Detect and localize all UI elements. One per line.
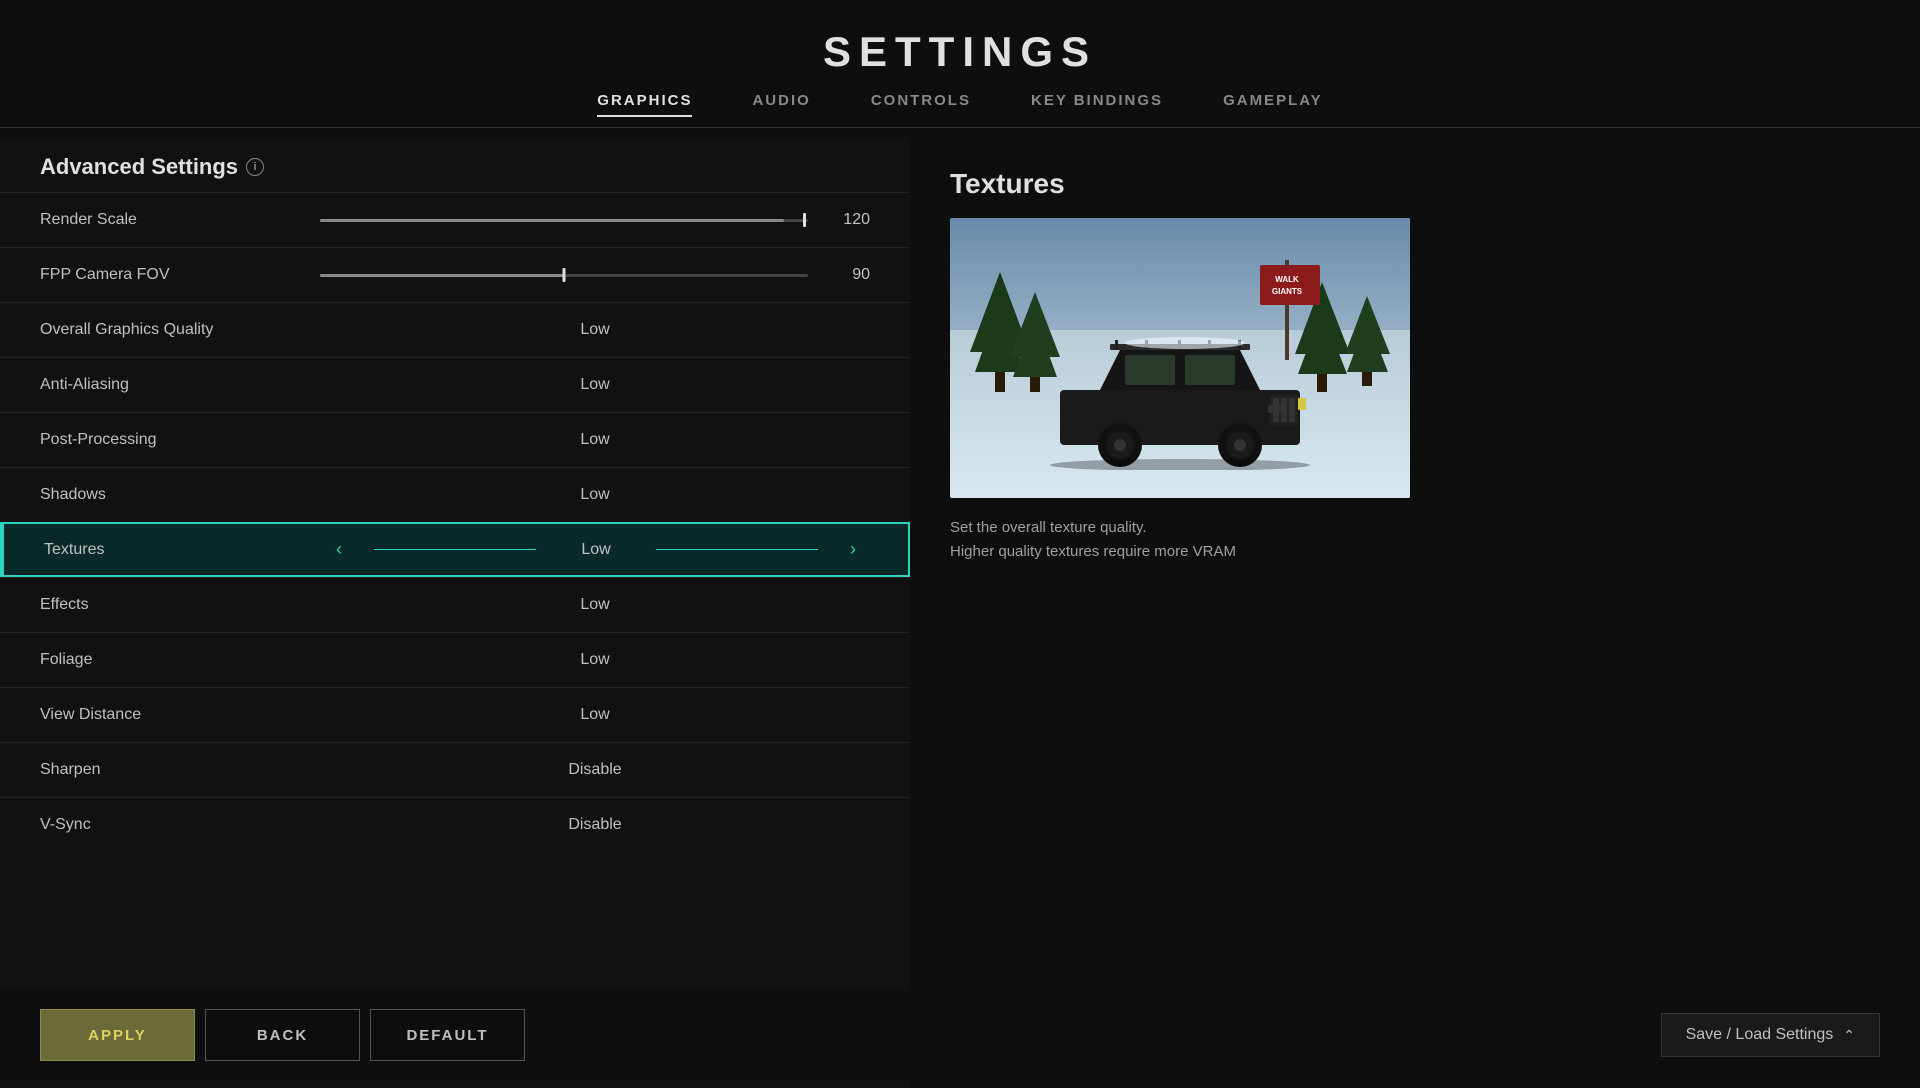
dropdown-value-shadows: Low xyxy=(555,486,635,504)
tab-key-bindings[interactable]: KEY BINDINGS xyxy=(1031,92,1163,117)
dropdown-value-anti-aliasing: Low xyxy=(555,376,635,394)
section-title: Advanced Settings xyxy=(40,154,238,180)
slider-fill-fpp xyxy=(320,274,564,277)
dropdown-overall-graphics-quality[interactable]: Low xyxy=(320,321,870,339)
row-label-view-distance: View Distance xyxy=(40,706,320,724)
slider-thumb-fpp xyxy=(563,268,566,282)
header: SETTINGS GRAPHICS AUDIO CONTROLS KEY BIN… xyxy=(0,0,1920,138)
row-v-sync[interactable]: V-Sync Disable xyxy=(0,797,910,852)
dropdown-anti-aliasing[interactable]: Low xyxy=(320,376,870,394)
slider-track-fpp xyxy=(320,274,808,277)
right-panel: Textures xyxy=(910,138,1920,1088)
tree-right-2 xyxy=(1345,296,1390,386)
row-shadows[interactable]: Shadows Low xyxy=(0,467,910,522)
preview-desc-line2: Higher quality textures require more VRA… xyxy=(950,540,1880,564)
textures-arrow-line2 xyxy=(656,549,818,550)
dropdown-foliage[interactable]: Low xyxy=(320,651,870,669)
row-label-render-scale: Render Scale xyxy=(40,211,320,229)
left-buttons: APPLY BACK DEFAULT xyxy=(40,1009,525,1061)
slider-render-scale[interactable]: 120 xyxy=(320,211,870,229)
row-label-v-sync: V-Sync xyxy=(40,816,320,834)
slider-fpp-camera-fov[interactable]: 90 xyxy=(320,266,870,284)
tabs-bar: GRAPHICS AUDIO CONTROLS KEY BINDINGS GAM… xyxy=(0,92,1920,128)
row-fpp-camera-fov[interactable]: FPP Camera FOV 90 xyxy=(0,247,910,302)
section-header: Advanced Settings i xyxy=(0,138,910,192)
svg-text:GIANTS: GIANTS xyxy=(1272,287,1303,296)
row-label-sharpen: Sharpen xyxy=(40,761,320,779)
dropdown-sharpen[interactable]: Disable xyxy=(320,761,870,779)
dropdown-value-sharpen: Disable xyxy=(555,761,635,779)
row-textures[interactable]: Textures ‹ Low › xyxy=(0,522,910,577)
svg-text:WALK: WALK xyxy=(1275,275,1299,284)
preview-title: Textures xyxy=(950,168,1880,200)
row-sharpen[interactable]: Sharpen Disable xyxy=(0,742,910,797)
chevron-up-icon: ⌃ xyxy=(1843,1027,1855,1044)
dropdown-shadows[interactable]: Low xyxy=(320,486,870,504)
row-label-overall-graphics-quality: Overall Graphics Quality xyxy=(40,321,320,339)
row-label-textures: Textures xyxy=(44,541,324,559)
dropdown-value-effects: Low xyxy=(555,596,635,614)
row-overall-graphics-quality[interactable]: Overall Graphics Quality Low xyxy=(0,302,910,357)
slider-thumb-render-scale xyxy=(803,213,806,227)
left-panel: Advanced Settings i Render Scale 120 FPP… xyxy=(0,138,910,1088)
vehicle xyxy=(1030,330,1330,470)
tab-audio[interactable]: AUDIO xyxy=(752,92,810,117)
row-effects[interactable]: Effects Low xyxy=(0,577,910,632)
tab-controls[interactable]: CONTROLS xyxy=(871,92,971,117)
slider-track-render-scale xyxy=(320,219,808,222)
bottom-bar: APPLY BACK DEFAULT Save / Load Settings … xyxy=(0,990,1920,1080)
preview-description: Set the overall texture quality. Higher … xyxy=(950,516,1880,564)
row-label-anti-aliasing: Anti-Aliasing xyxy=(40,376,320,394)
textures-arrow-right[interactable]: › xyxy=(838,539,868,560)
info-icon[interactable]: i xyxy=(246,158,264,176)
textures-arrow-left[interactable]: ‹ xyxy=(324,539,354,560)
page-title: SETTINGS xyxy=(0,28,1920,76)
textures-arrow-line xyxy=(374,549,536,550)
row-label-fpp-camera-fov: FPP Camera FOV xyxy=(40,266,320,284)
dropdown-value-foliage: Low xyxy=(555,651,635,669)
main-content: Advanced Settings i Render Scale 120 FPP… xyxy=(0,138,1920,1088)
back-button[interactable]: BACK xyxy=(205,1009,360,1061)
row-view-distance[interactable]: View Distance Low xyxy=(0,687,910,742)
row-anti-aliasing[interactable]: Anti-Aliasing Low xyxy=(0,357,910,412)
row-foliage[interactable]: Foliage Low xyxy=(0,632,910,687)
dropdown-v-sync[interactable]: Disable xyxy=(320,816,870,834)
dropdown-value-overall-graphics-quality: Low xyxy=(555,321,635,339)
save-load-button[interactable]: Save / Load Settings ⌃ xyxy=(1661,1013,1880,1057)
preview-image: WALK GIANTS xyxy=(950,218,1410,498)
row-post-processing[interactable]: Post-Processing Low xyxy=(0,412,910,467)
dropdown-post-processing[interactable]: Low xyxy=(320,431,870,449)
dropdown-effects[interactable]: Low xyxy=(320,596,870,614)
tab-gameplay[interactable]: GAMEPLAY xyxy=(1223,92,1323,117)
dropdown-value-v-sync: Disable xyxy=(555,816,635,834)
preview-desc-line1: Set the overall texture quality. xyxy=(950,516,1880,540)
slider-fill-render-scale xyxy=(320,219,784,222)
row-label-foliage: Foliage xyxy=(40,651,320,669)
slider-value-render-scale: 120 xyxy=(820,211,870,229)
default-button[interactable]: DEFAULT xyxy=(370,1009,525,1061)
textures-arrow-value: Low xyxy=(556,541,636,559)
row-label-post-processing: Post-Processing xyxy=(40,431,320,449)
dropdown-view-distance[interactable]: Low xyxy=(320,706,870,724)
row-label-shadows: Shadows xyxy=(40,486,320,504)
save-load-label: Save / Load Settings xyxy=(1686,1026,1834,1044)
tab-graphics[interactable]: GRAPHICS xyxy=(597,92,692,117)
row-render-scale[interactable]: Render Scale 120 xyxy=(0,192,910,247)
row-label-effects: Effects xyxy=(40,596,320,614)
textures-arrow-control: ‹ Low › xyxy=(324,539,868,560)
slider-value-fpp: 90 xyxy=(820,266,870,284)
apply-button[interactable]: APPLY xyxy=(40,1009,195,1061)
dropdown-value-view-distance: Low xyxy=(555,706,635,724)
dropdown-value-post-processing: Low xyxy=(555,431,635,449)
